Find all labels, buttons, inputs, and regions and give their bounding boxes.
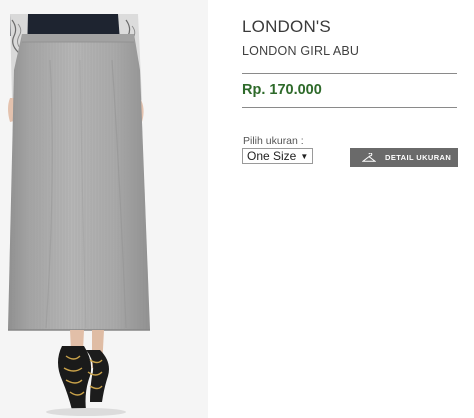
- product-brand: LONDON'S: [242, 17, 331, 36]
- divider: [242, 107, 457, 108]
- product-price: Rp. 170.000: [242, 82, 322, 98]
- size-select-value: One Size: [247, 149, 297, 163]
- product-photo: [0, 0, 208, 418]
- chevron-down-icon: ▼: [300, 151, 309, 161]
- hanger-icon: [362, 152, 376, 163]
- size-detail-button[interactable]: DETAIL UKURAN: [350, 148, 458, 167]
- size-select[interactable]: One Size ▼: [242, 148, 314, 164]
- product-image[interactable]: [0, 0, 208, 418]
- size-label: Pilih ukuran :: [243, 135, 304, 147]
- size-detail-label: DETAIL UKURAN: [385, 153, 452, 162]
- product-name: LONDON GIRL ABU: [242, 44, 360, 58]
- product-page: LONDON'S LONDON GIRL ABU Rp. 170.000 Pil…: [0, 0, 474, 418]
- divider: [242, 73, 457, 74]
